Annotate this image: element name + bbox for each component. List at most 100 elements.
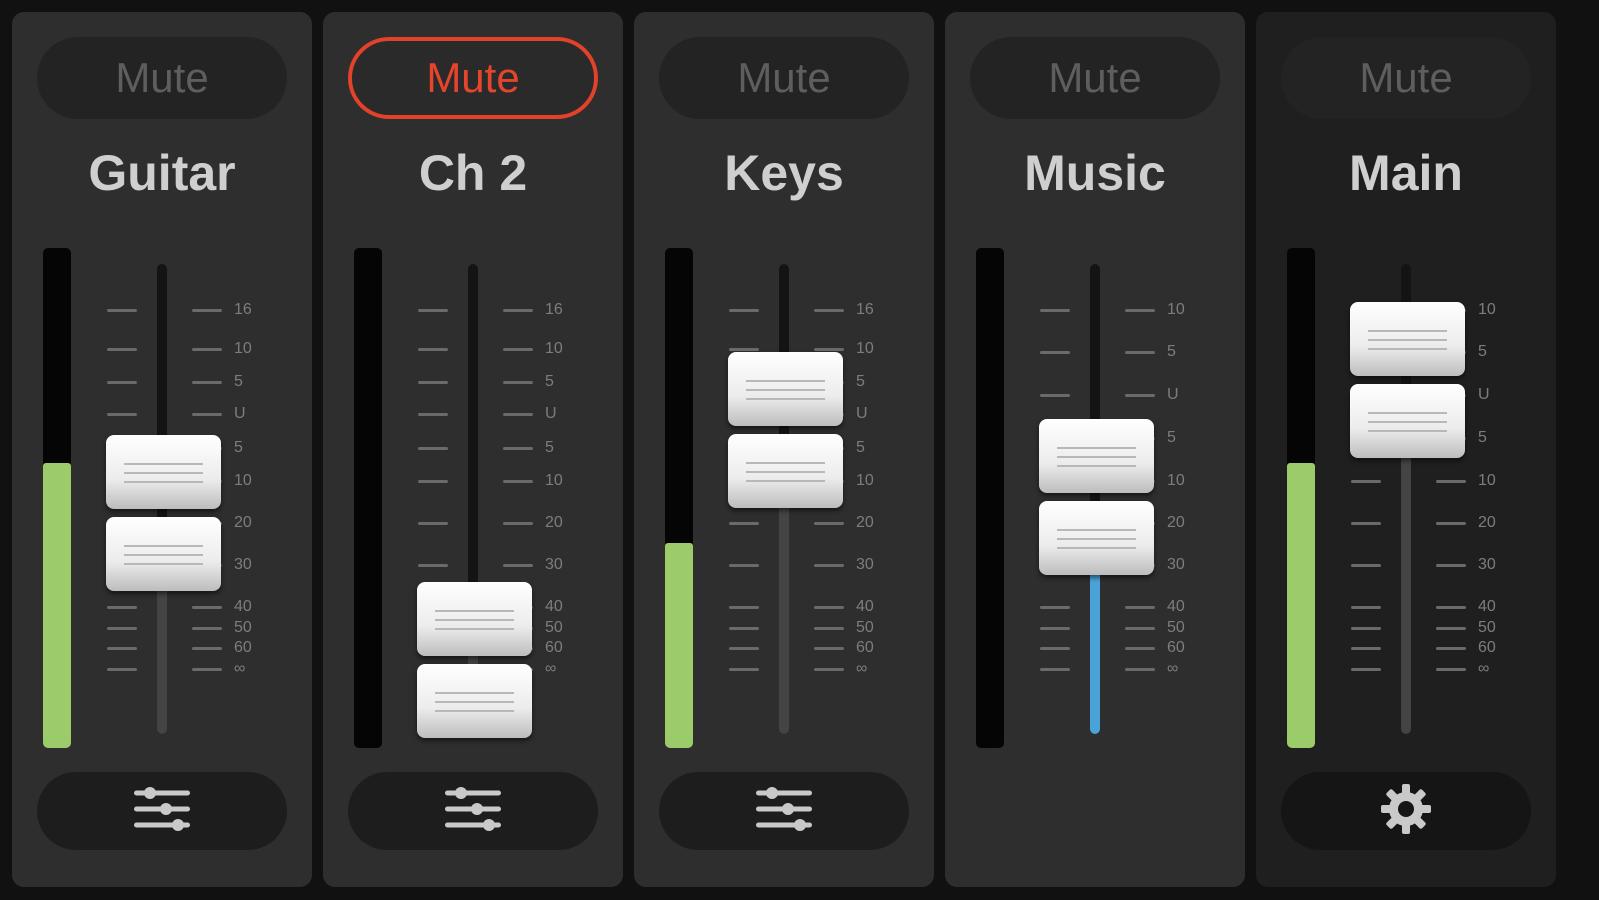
scale-label: 50 bbox=[1478, 619, 1496, 636]
scale-label: 5 bbox=[1478, 429, 1487, 446]
scale-label: U bbox=[545, 405, 557, 422]
mute-button[interactable]: Mute bbox=[970, 37, 1220, 119]
fader-cap bbox=[728, 352, 843, 426]
scale-tick bbox=[418, 564, 448, 567]
fader-grip-line bbox=[746, 471, 825, 473]
gear-icon bbox=[1379, 782, 1433, 841]
scale-tick bbox=[192, 413, 222, 416]
scale-label: 40 bbox=[1478, 598, 1496, 615]
scale-label: 5 bbox=[1167, 429, 1176, 446]
channel-settings-button[interactable] bbox=[37, 772, 287, 850]
scale-label: 10 bbox=[1167, 472, 1185, 489]
fader-grip-line bbox=[1368, 430, 1447, 432]
fader-knob[interactable] bbox=[106, 435, 221, 593]
scale-label: 50 bbox=[545, 619, 563, 636]
scale-label: ∞ bbox=[1167, 660, 1179, 677]
channel-strip-keys: Mute Keys 16 10 5 U 5 10 20 30 40 50 60 ∞ bbox=[634, 12, 934, 887]
scale-tick bbox=[107, 647, 137, 650]
channel-name: Guitar bbox=[88, 145, 236, 201]
scale-label: 5 bbox=[545, 373, 554, 390]
scale-label: 10 bbox=[234, 340, 252, 357]
fader-grip-line bbox=[435, 610, 514, 612]
fader-knob[interactable] bbox=[1350, 302, 1465, 460]
scale-label: 30 bbox=[1167, 556, 1185, 573]
scale-tick bbox=[814, 627, 844, 630]
scale-tick bbox=[1040, 647, 1070, 650]
channel-settings-button[interactable] bbox=[348, 772, 598, 850]
scale-tick bbox=[1351, 668, 1381, 671]
scale-tick bbox=[418, 309, 448, 312]
scale-label: 60 bbox=[1478, 639, 1496, 656]
scale-label: 16 bbox=[545, 301, 563, 318]
scale-label: 30 bbox=[856, 556, 874, 573]
fader-grip-line bbox=[746, 389, 825, 391]
fader-grip-line bbox=[124, 545, 203, 547]
scale-tick bbox=[503, 447, 533, 450]
scale-tick bbox=[1125, 647, 1155, 650]
channel-name: Main bbox=[1349, 145, 1463, 201]
scale-label: 10 bbox=[545, 472, 563, 489]
channel-settings-button[interactable] bbox=[659, 772, 909, 850]
fader-track-fill bbox=[1401, 458, 1411, 734]
fader-grip-line bbox=[1368, 412, 1447, 414]
scale-tick bbox=[1436, 480, 1466, 483]
scale-label: 10 bbox=[1478, 301, 1496, 318]
fader-grip-line bbox=[1057, 538, 1136, 540]
mute-button[interactable]: Mute bbox=[659, 37, 909, 119]
scale-label: 5 bbox=[856, 373, 865, 390]
scale-tick bbox=[1351, 480, 1381, 483]
scale-label: ∞ bbox=[1478, 660, 1490, 677]
sliders-icon bbox=[443, 783, 503, 840]
scale-tick bbox=[814, 522, 844, 525]
fader-grip-line bbox=[1057, 547, 1136, 549]
scale-tick bbox=[729, 606, 759, 609]
scale-tick bbox=[107, 627, 137, 630]
fader-grip-line bbox=[124, 481, 203, 483]
fader-track-fill bbox=[157, 590, 167, 734]
scale-label: 60 bbox=[856, 639, 874, 656]
mute-button[interactable]: Mute bbox=[1281, 37, 1531, 119]
scale-tick bbox=[107, 348, 137, 351]
scale-tick bbox=[1040, 351, 1070, 354]
scale-tick bbox=[503, 348, 533, 351]
scale-tick bbox=[814, 647, 844, 650]
fader-grip-line bbox=[435, 692, 514, 694]
fader-knob[interactable] bbox=[417, 582, 532, 740]
scale-tick bbox=[1351, 564, 1381, 567]
scale-tick bbox=[1040, 606, 1070, 609]
scale-tick bbox=[1436, 564, 1466, 567]
scale-tick bbox=[503, 381, 533, 384]
scale-tick bbox=[1125, 668, 1155, 671]
scale-label: 40 bbox=[1167, 598, 1185, 615]
scale-tick bbox=[418, 381, 448, 384]
scale-label: 40 bbox=[856, 598, 874, 615]
settings-button[interactable] bbox=[1281, 772, 1531, 850]
scale-tick bbox=[1436, 647, 1466, 650]
scale-tick bbox=[1351, 647, 1381, 650]
mixer: Mute Guitar 16 10 5 U 5 10 20 30 40 50 60 ∞ Mute Ch 2 1… bbox=[0, 0, 1599, 900]
level-meter-fill bbox=[665, 543, 693, 748]
scale-tick bbox=[503, 413, 533, 416]
fader-grip-line bbox=[746, 380, 825, 382]
scale-tick bbox=[418, 413, 448, 416]
scale-tick bbox=[1436, 606, 1466, 609]
scale-tick bbox=[1040, 668, 1070, 671]
fader-track-fill bbox=[779, 508, 789, 734]
scale-label: 10 bbox=[1167, 301, 1185, 318]
fader-cap bbox=[728, 434, 843, 508]
mute-button[interactable]: Mute bbox=[37, 37, 287, 119]
scale-label: 30 bbox=[545, 556, 563, 573]
mute-button[interactable]: Mute bbox=[348, 37, 598, 119]
channel-strip-music: Mute Music 10 5 U 5 10 20 30 40 50 60 ∞ bbox=[945, 12, 1245, 887]
fader-knob[interactable] bbox=[728, 352, 843, 510]
scale-tick bbox=[729, 647, 759, 650]
fader-knob[interactable] bbox=[1039, 419, 1154, 577]
scale-tick bbox=[1436, 627, 1466, 630]
level-meter bbox=[976, 248, 1004, 748]
channel-strip-ch2: Mute Ch 2 16 10 5 U 5 10 20 30 40 50 60 ∞ bbox=[323, 12, 623, 887]
scale-tick bbox=[192, 668, 222, 671]
level-meter bbox=[354, 248, 382, 748]
scale-label: 5 bbox=[234, 373, 243, 390]
fader-grip-line bbox=[1057, 529, 1136, 531]
fader-cap bbox=[417, 582, 532, 656]
